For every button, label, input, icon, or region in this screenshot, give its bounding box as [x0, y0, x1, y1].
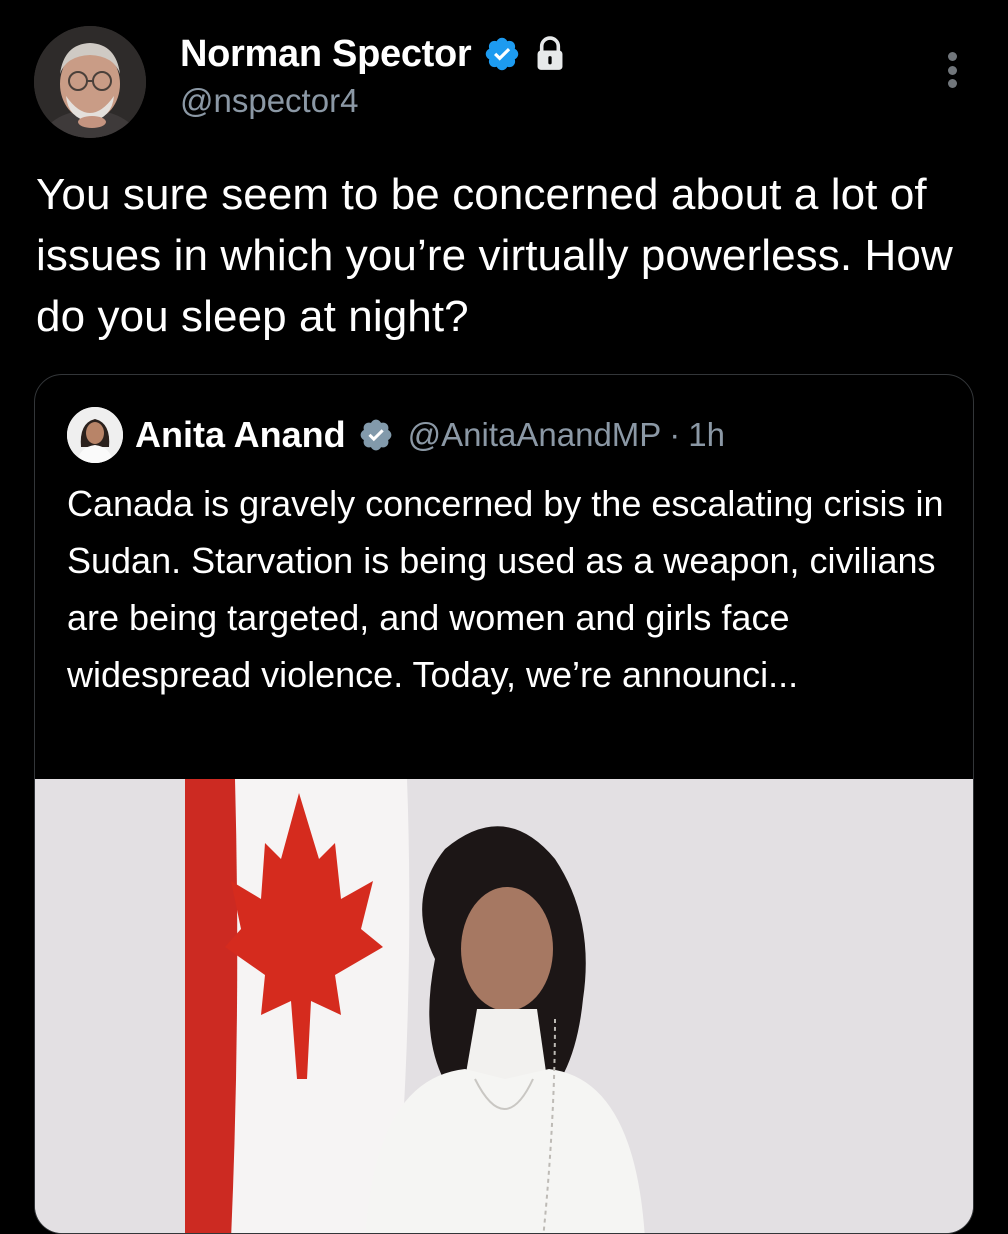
quoted-author-handle[interactable]: @AnitaAnandMP	[408, 416, 662, 454]
quoted-author-avatar[interactable]	[67, 407, 123, 463]
tweet: Norman Spector @nspector4 You sure seem …	[0, 0, 1008, 1234]
author-avatar[interactable]	[34, 26, 146, 138]
more-options-icon[interactable]	[934, 48, 970, 92]
quoted-tweet-text: Canada is gravely concerned by the escal…	[67, 483, 944, 695]
quoted-tweet-header: Anita Anand @AnitaAnandMP · 1h	[135, 411, 725, 459]
author-name[interactable]: Norman Spector	[180, 33, 472, 76]
quoted-tweet-card[interactable]: Anita Anand @AnitaAnandMP · 1h Canada is…	[34, 374, 974, 1234]
author-handle[interactable]: @nspector4	[180, 82, 358, 120]
separator-dot: ·	[669, 416, 681, 453]
tweet-text: You sure seem to be concerned about a lo…	[36, 170, 953, 341]
quoted-tweet-time[interactable]: 1h	[688, 416, 725, 454]
quoted-tweet-media[interactable]	[35, 779, 973, 1233]
verified-badge-icon	[486, 37, 519, 71]
canadian-flag-image	[185, 779, 410, 1233]
gov-verified-badge-icon	[360, 419, 392, 451]
lock-icon	[537, 36, 563, 70]
quoted-author-name[interactable]: Anita Anand	[135, 414, 346, 456]
author-name-row: Norman Spector	[180, 30, 567, 78]
